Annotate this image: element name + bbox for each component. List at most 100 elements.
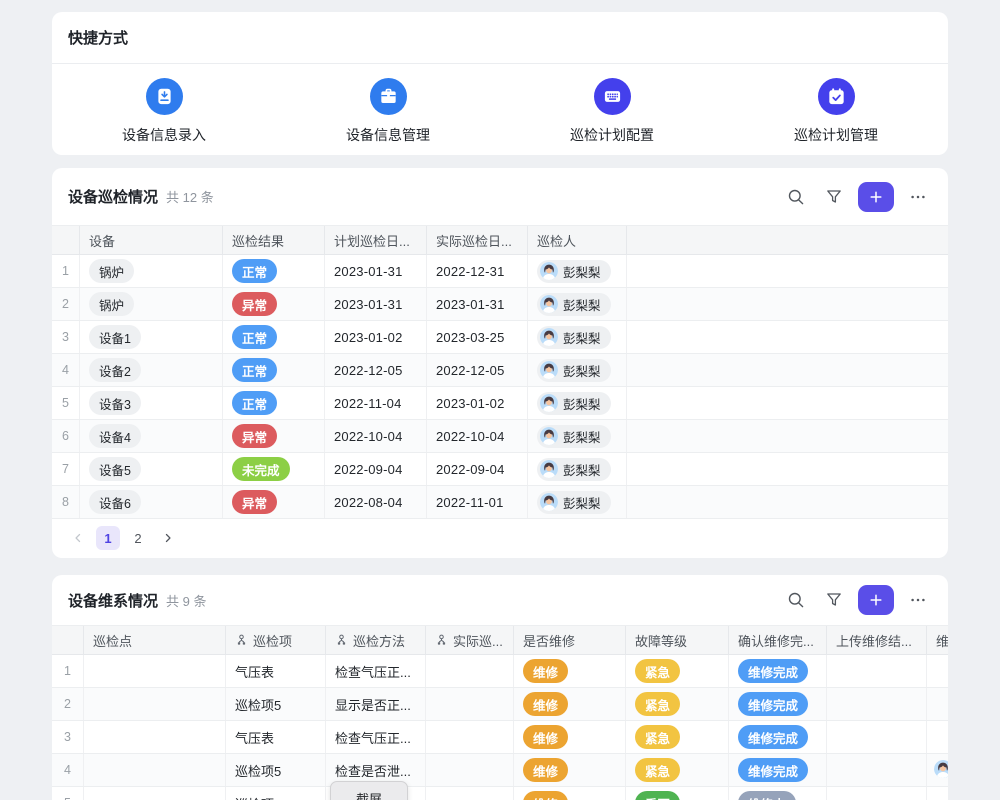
method-cell[interactable]: 检查气压正... bbox=[326, 721, 426, 753]
confirm-cell[interactable]: 维修完成 bbox=[729, 688, 827, 720]
row-number[interactable]: 3 bbox=[52, 321, 80, 353]
confirm-cell[interactable]: 维修中 bbox=[729, 787, 827, 800]
column-header-device[interactable]: 设备 bbox=[80, 226, 223, 254]
result-cell[interactable]: 未完成 bbox=[223, 453, 325, 485]
column-header-result[interactable]: 巡检结果 bbox=[223, 226, 325, 254]
empty-cell[interactable] bbox=[627, 420, 948, 452]
inspector-cell[interactable]: 彭梨梨 bbox=[528, 288, 627, 320]
column-header-inspector[interactable]: 巡检人 bbox=[528, 226, 627, 254]
confirm-cell[interactable]: 维修完成 bbox=[729, 721, 827, 753]
row-number[interactable]: 4 bbox=[52, 354, 80, 386]
repair-cell[interactable]: 维修 bbox=[514, 754, 626, 786]
device-cell[interactable]: 设备3 bbox=[80, 387, 223, 419]
point-cell[interactable] bbox=[84, 655, 226, 687]
page-2-button[interactable]: 2 bbox=[126, 526, 150, 550]
truncated-cell[interactable] bbox=[927, 754, 948, 786]
row-number[interactable]: 2 bbox=[52, 688, 84, 720]
column-header-actual[interactable]: 实际巡... bbox=[426, 626, 514, 654]
planned-date-cell[interactable]: 2022-09-04 bbox=[325, 453, 427, 485]
actual-date-cell[interactable]: 2023-01-31 bbox=[427, 288, 528, 320]
truncated-cell[interactable] bbox=[927, 721, 948, 753]
inspector-cell[interactable]: 彭梨梨 bbox=[528, 354, 627, 386]
empty-cell[interactable] bbox=[627, 354, 948, 386]
row-number[interactable]: 6 bbox=[52, 420, 80, 452]
repair-cell[interactable]: 维修 bbox=[514, 688, 626, 720]
actual-date-cell[interactable]: 2022-09-04 bbox=[427, 453, 528, 485]
point-cell[interactable] bbox=[84, 721, 226, 753]
actual-date-cell[interactable]: 2022-10-04 bbox=[427, 420, 528, 452]
column-header-method[interactable]: 巡检方法 bbox=[326, 626, 426, 654]
actual-cell[interactable] bbox=[426, 688, 514, 720]
device-cell[interactable]: 设备2 bbox=[80, 354, 223, 386]
column-header-point[interactable]: 巡检点 bbox=[84, 626, 226, 654]
row-number[interactable]: 2 bbox=[52, 288, 80, 320]
page-1-button[interactable]: 1 bbox=[96, 526, 120, 550]
result-cell[interactable]: 正常 bbox=[223, 354, 325, 386]
planned-date-cell[interactable]: 2022-10-04 bbox=[325, 420, 427, 452]
point-cell[interactable] bbox=[84, 787, 226, 800]
row-number[interactable]: 1 bbox=[52, 255, 80, 287]
planned-date-cell[interactable]: 2023-01-31 bbox=[325, 255, 427, 287]
item-cell[interactable]: 气压表 bbox=[226, 721, 326, 753]
empty-cell[interactable] bbox=[627, 255, 948, 287]
inspector-cell[interactable]: 彭梨梨 bbox=[528, 486, 627, 518]
more-button[interactable] bbox=[904, 586, 932, 614]
actual-cell[interactable] bbox=[426, 754, 514, 786]
planned-date-cell[interactable]: 2023-01-31 bbox=[325, 288, 427, 320]
upload-cell[interactable] bbox=[827, 787, 927, 800]
actual-date-cell[interactable]: 2023-03-25 bbox=[427, 321, 528, 353]
actual-date-cell[interactable]: 2022-11-01 bbox=[427, 486, 528, 518]
filter-button[interactable] bbox=[820, 183, 848, 211]
add-record-button[interactable] bbox=[858, 585, 894, 615]
column-header-item[interactable]: 巡检项 bbox=[226, 626, 326, 654]
empty-cell[interactable] bbox=[627, 288, 948, 320]
repair-cell[interactable]: 维修 bbox=[514, 721, 626, 753]
actual-date-cell[interactable]: 2022-12-31 bbox=[427, 255, 528, 287]
repair-cell[interactable]: 维修 bbox=[514, 655, 626, 687]
result-cell[interactable]: 正常 bbox=[223, 387, 325, 419]
planned-date-cell[interactable]: 2022-12-05 bbox=[325, 354, 427, 386]
row-number[interactable]: 1 bbox=[52, 655, 84, 687]
confirm-cell[interactable]: 维修完成 bbox=[729, 655, 827, 687]
actual-date-cell[interactable]: 2023-01-02 bbox=[427, 387, 528, 419]
device-cell[interactable]: 设备6 bbox=[80, 486, 223, 518]
actual-cell[interactable] bbox=[426, 787, 514, 800]
shortcut-device-entry[interactable]: 设备信息录入 bbox=[84, 78, 244, 145]
row-number[interactable]: 8 bbox=[52, 486, 80, 518]
empty-cell[interactable] bbox=[627, 486, 948, 518]
inspector-cell[interactable]: 彭梨梨 bbox=[528, 387, 627, 419]
device-cell[interactable]: 锅炉 bbox=[80, 255, 223, 287]
device-cell[interactable]: 设备1 bbox=[80, 321, 223, 353]
inspector-cell[interactable]: 彭梨梨 bbox=[528, 453, 627, 485]
truncated-cell[interactable] bbox=[927, 787, 948, 800]
truncated-cell[interactable] bbox=[927, 688, 948, 720]
empty-cell[interactable] bbox=[627, 387, 948, 419]
column-header-actual-date[interactable]: 实际巡检日... bbox=[427, 226, 528, 254]
next-page-button[interactable] bbox=[156, 526, 180, 550]
repair-cell[interactable]: 维修 bbox=[514, 787, 626, 800]
shortcut-plan-management[interactable]: 巡检计划管理 bbox=[756, 78, 916, 145]
search-button[interactable] bbox=[782, 183, 810, 211]
fault-level-cell[interactable]: 紧急 bbox=[626, 655, 729, 687]
column-header-planned-date[interactable]: 计划巡检日... bbox=[325, 226, 427, 254]
fault-level-cell[interactable]: 紧急 bbox=[626, 688, 729, 720]
column-header-repair[interactable]: 是否维修 bbox=[514, 626, 626, 654]
item-cell[interactable]: 巡检项5 bbox=[226, 754, 326, 786]
filter-button[interactable] bbox=[820, 586, 848, 614]
row-number[interactable]: 5 bbox=[52, 387, 80, 419]
column-header-upload[interactable]: 上传维修结... bbox=[827, 626, 927, 654]
upload-cell[interactable] bbox=[827, 688, 927, 720]
actual-date-cell[interactable]: 2022-12-05 bbox=[427, 354, 528, 386]
search-button[interactable] bbox=[782, 586, 810, 614]
shortcut-device-management[interactable]: 设备信息管理 bbox=[308, 78, 468, 145]
more-button[interactable] bbox=[904, 183, 932, 211]
planned-date-cell[interactable]: 2022-08-04 bbox=[325, 486, 427, 518]
result-cell[interactable]: 异常 bbox=[223, 288, 325, 320]
column-header-truncated[interactable]: 维 bbox=[927, 626, 948, 654]
method-cell[interactable]: 显示是否正... bbox=[326, 688, 426, 720]
add-record-button[interactable] bbox=[858, 182, 894, 212]
row-number[interactable]: 5 bbox=[52, 787, 84, 800]
inspector-cell[interactable]: 彭梨梨 bbox=[528, 255, 627, 287]
result-cell[interactable]: 正常 bbox=[223, 255, 325, 287]
actual-cell[interactable] bbox=[426, 721, 514, 753]
